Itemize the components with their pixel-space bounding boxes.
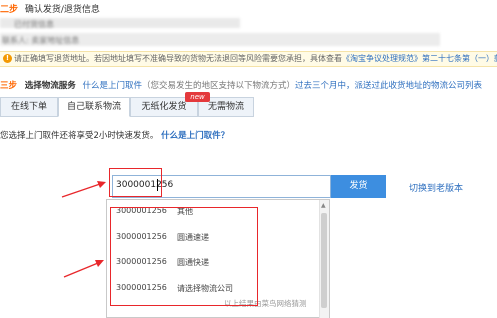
scroll-up-icon[interactable]: ▲ xyxy=(321,202,326,209)
step-title: 确认发货/退货信息 xyxy=(24,5,100,15)
tab-bar: 在线下单 自己联系物流 无纸化发货 无需物流 xyxy=(0,97,260,117)
tab-online-order[interactable]: 在线下单 xyxy=(0,97,58,117)
warning-icon: ! xyxy=(3,54,12,63)
pickup-help-link[interactable]: 什么是上门取件 xyxy=(82,81,142,91)
annotation-box-suggestions xyxy=(110,207,258,306)
step-number: 三步 xyxy=(0,81,18,91)
new-badge: new xyxy=(185,92,210,102)
step-title: 选择物流服务 xyxy=(24,81,76,91)
what-is-pickup-link[interactable]: 什么是上门取件？ xyxy=(161,131,229,141)
pickup-notice-text: 您选择上门取件还将享受2小时快速发货。 xyxy=(0,131,159,141)
step-three-header: 三步 选择物流服务 什么是上门取件（您交易发生的地区支持以下物流方式）过去三个月… xyxy=(0,79,482,91)
pickup-notice: 您选择上门取件还将享受2小时快速发货。 什么是上门取件？ xyxy=(0,129,229,141)
blurred-text-2: 联系人: 卖家地址信息 xyxy=(2,36,80,45)
step-number: 二步 xyxy=(0,5,19,15)
red-arrow-icon xyxy=(61,181,106,198)
history-carriers-link[interactable]: 过去三个月中，派送过此收货地址的物流公司列表 xyxy=(295,81,482,91)
warning-rule-link[interactable]: 《淘宝争议处理规范》第二十七条第（一）款 xyxy=(342,54,497,63)
step-description: （您交易发生的地区支持以下物流方式） xyxy=(141,81,295,91)
warning-text: 请正确填写退货地址。若因地址填写不准确导致的货物无法退回等风险需要您承担，具体查… xyxy=(14,54,342,63)
blurred-text-1: 已付货信息 xyxy=(14,20,54,29)
step-two-header: 二步 确认发货/退货信息 xyxy=(0,2,100,15)
ship-button[interactable]: 发货 xyxy=(331,175,386,198)
scrollbar-thumb[interactable] xyxy=(321,213,327,308)
warning-bar: ! 请正确填写退货地址。若因地址填写不准确导致的货物无法退回等风险需要您承担，具体… xyxy=(0,51,497,67)
annotation-box-input xyxy=(109,168,162,197)
tab-self-contact-logistics[interactable]: 自己联系物流 xyxy=(58,97,130,117)
red-arrow-icon xyxy=(63,260,104,278)
switch-old-version-link[interactable]: 切换到老版本 xyxy=(409,181,463,194)
